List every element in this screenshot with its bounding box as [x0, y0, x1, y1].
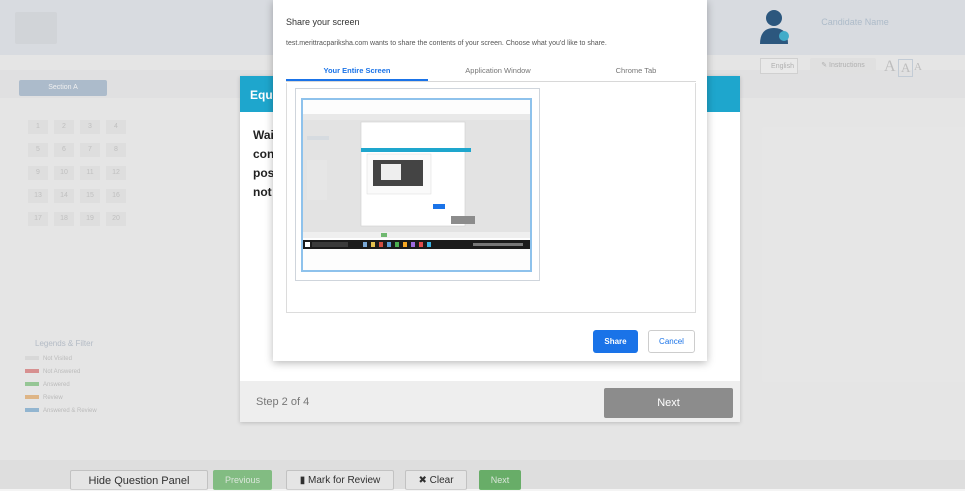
step-indicator: Step 2 of 4	[256, 396, 310, 408]
screen-thumbnail-image	[303, 100, 530, 270]
cancel-button[interactable]: Cancel	[648, 330, 695, 353]
tab-application-window[interactable]: Application Window	[428, 66, 568, 80]
tab-entire-screen[interactable]: Your Entire Screen	[287, 66, 427, 80]
screen-thumbnail[interactable]	[301, 98, 532, 272]
tab-chrome-tab[interactable]: Chrome Tab	[566, 66, 706, 80]
tour-modal-title: Equ	[250, 88, 273, 102]
share-button[interactable]: Share	[593, 330, 638, 353]
active-tab-indicator	[286, 79, 428, 81]
share-dialog-title: Share your screen	[286, 17, 360, 27]
tour-next-button[interactable]: Next	[604, 388, 733, 418]
tab-divider	[286, 81, 696, 82]
share-dialog-subtitle: test.merittracpariksha.com wants to shar…	[286, 40, 607, 47]
